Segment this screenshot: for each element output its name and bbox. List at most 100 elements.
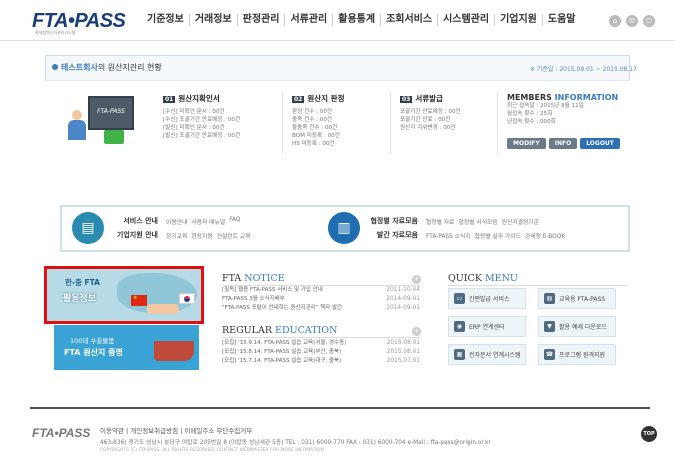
footer-links[interactable]: 이용약관 | 개인정보취급방침 | 이메일주소 무단수집거부 — [100, 425, 252, 435]
education-more-icon[interactable]: + — [412, 327, 421, 336]
footer-divider — [30, 407, 650, 409]
back-to-top-button[interactable]: TOP — [641, 426, 657, 442]
nav-item-support[interactable]: 기업지원 — [495, 14, 543, 26]
nav-item-trade-info[interactable]: 거래정보 — [190, 14, 238, 26]
status-period: ※ 기준일 : 2015.08.01 ~ 2015.08.17 — [530, 66, 637, 73]
section-number: 03 — [400, 96, 413, 103]
service-guide-label: 서비스 안내 — [123, 217, 158, 225]
header-divider — [0, 40, 675, 41]
service-link-faq[interactable]: FAQ — [229, 217, 240, 226]
bar-chart-icon: ▥ — [328, 212, 360, 244]
nav-item-system[interactable]: 시스템관리 — [438, 14, 496, 26]
quick-edoc-system[interactable]: ▦ 전자문서 연계시스템 — [448, 344, 526, 365]
notice-date: 2011-10-04 — [386, 287, 420, 293]
education-link[interactable]: [모집] '15.7.14. FTA-PASS 실습 교육(대구, 충북) — [222, 357, 341, 366]
quick-simple-issuance[interactable]: ▭ 간편발급 서비스 — [448, 288, 526, 309]
summary-line[interactable]: 포괄기간 만료예정 : 00건 — [400, 108, 461, 116]
nav-item-inquiry[interactable]: 조회서비스 — [381, 14, 439, 26]
logout-button[interactable]: LOGOUT — [580, 138, 620, 149]
status-title-suffix: 의 원산지관리 현황 — [97, 63, 162, 72]
education-list: [모집] '15.9.14. FTA-PASS 실습 교육(서울, 경수종) 2… — [222, 339, 420, 366]
footer-logo: FTA•PASS — [32, 426, 91, 440]
notice-list: [필독] 웹용 FTA-PASS 서비스 및 가입 안내 2011-10-04 … — [222, 286, 420, 313]
monitor-icon: FTA-PASS — [88, 96, 134, 130]
notice-link[interactable]: FTA-PASS 3월 소식지배부 — [222, 295, 285, 304]
handshake-icon — [147, 304, 179, 314]
info-button[interactable]: INFO — [548, 138, 578, 149]
agreement-links: 협정별 자료 협정별 서식모음 원산지결정기준 — [426, 217, 539, 226]
publication-label: 발간 자료모음 — [376, 231, 418, 239]
agreement-link-data[interactable]: 협정별 자료 — [426, 217, 455, 226]
nav-item-statistics[interactable]: 활용통계 — [333, 14, 382, 26]
quick-education-version[interactable]: ▤ 교육용 FTA-PASS — [538, 288, 616, 309]
publication-link-newsletter[interactable]: FTA-PASS 소식지 — [426, 231, 471, 240]
mail-icon[interactable]: ✉ — [626, 15, 638, 27]
summary-line[interactable]: [수신] 포괄기간 만료예정 : 00건 — [163, 116, 240, 124]
members-title: MEMBERS INFORMATION — [507, 93, 619, 102]
korea-china-fta-banner[interactable]: 한-중 FTA 활용정보 ★ — [44, 266, 204, 324]
notice-link[interactable]: [필독] 웹용 FTA-PASS 서비스 및 가입 안내 — [222, 286, 323, 295]
support-link-onsite[interactable]: 현장지원 — [191, 231, 212, 240]
banner-line-2: FTA 원산지 증명 — [64, 348, 123, 357]
summary-line[interactable]: [수신] 미확인 문서 : 00건 — [163, 108, 240, 116]
notice-link[interactable]: "FTA-PASS 포탈이 안내하는 원산지관리" 책자 발간 — [222, 304, 342, 313]
education-date: 2015.07.01 — [386, 358, 420, 364]
header-icons: ⌂ ✉ ⏻ — [609, 15, 655, 27]
nav-item-help[interactable]: 도움말 — [543, 14, 581, 26]
home-icon[interactable]: ⌂ — [609, 15, 621, 27]
quick-example-download[interactable]: ▼ 활용 예제 다운로드 — [538, 316, 616, 337]
section-number: 01 — [163, 96, 176, 103]
banner-line-2: 활용정보 — [63, 294, 97, 304]
status-title: 테스트회사의 원산지관리 현황 — [52, 62, 162, 73]
nav-item-basic-info[interactable]: 기준정보 — [142, 14, 190, 26]
notice-date: 2014-09-01 — [386, 305, 420, 311]
publication-link-guide[interactable]: 협정별 실무 가이드 — [475, 231, 521, 240]
nav-item-documents[interactable]: 서류관리 — [285, 14, 334, 26]
notice-more-icon[interactable]: + — [412, 275, 421, 284]
quick-remote-support[interactable]: ☎ 프로그램 원격지원 — [538, 344, 616, 365]
service-link-usage[interactable]: 이용안내 — [166, 217, 187, 226]
list-item: [모집] '15.9.14. FTA-PASS 실습 교육(서울, 경수종) 2… — [222, 339, 420, 348]
summary-line[interactable]: 불충족 건수 : 00건 — [292, 124, 344, 132]
education-link[interactable]: [모집] '15.9.14. FTA-PASS 실습 교육(서울, 경수종) — [222, 339, 346, 348]
summary-line[interactable]: 원산지 지위변경 : 00건 — [400, 124, 461, 132]
quick-erp-center[interactable]: ◉ ERP 연계센터 — [448, 316, 526, 337]
summary-line[interactable]: 포괄기간 만료 : 00건 — [400, 116, 461, 124]
export-goods-banner[interactable]: 100대 수출물품 FTA 원산지 증명 — [54, 325, 199, 370]
summary-line[interactable]: 충족 건수 : 00건 — [292, 116, 344, 124]
china-flag-icon: ★ — [131, 295, 147, 306]
summary-line[interactable]: [발신] 포괄기간 만료예정 : 00건 — [163, 132, 240, 140]
summary-line[interactable]: 판정 건수 : 00건 — [292, 108, 344, 116]
printer-icon: ▭ — [454, 293, 465, 304]
section-title: 서류발급 — [415, 94, 443, 103]
notice-date: 2014-09-01 — [386, 296, 420, 302]
summary-line[interactable]: BOM 미등록 : 00건 — [292, 132, 344, 140]
footer-address: 463-836) 경기도 성남시 분당구 야탑로 205번길 8 (야탑동 성남… — [100, 440, 491, 446]
cargo-ship-icon — [154, 341, 194, 361]
agreement-data-label: 협정별 자료모음 — [370, 217, 418, 225]
card-icon — [104, 130, 124, 144]
summary-line[interactable]: HS 미등록 : 00건 — [292, 140, 344, 148]
agreement-link-criteria[interactable]: 원산지결정기준 — [502, 217, 539, 226]
notice-title: FTA NOTICE — [222, 273, 285, 284]
support-guide-label: 기업지원 안내 — [116, 231, 158, 239]
support-link-consultant[interactable]: 컨설턴트 교육 — [217, 231, 251, 240]
nav-item-judgment[interactable]: 판정관리 — [238, 14, 286, 26]
support-link-regular[interactable]: 정기교육 — [166, 231, 187, 240]
book-icon: ▤ — [544, 293, 555, 304]
power-icon[interactable]: ⏻ — [643, 15, 655, 27]
agreement-link-forms[interactable]: 협정별 서식모음 — [459, 217, 498, 226]
publication-links: FTA-PASS 소식지 협정별 실무 가이드 관세청 E-BOOK — [426, 231, 565, 240]
book-icon: ▤ — [72, 212, 104, 244]
person-icon — [68, 110, 86, 140]
education-date: 2015.08.01 — [386, 349, 420, 355]
summary-line[interactable]: [발신] 미확인 문서 : 00건 — [163, 124, 240, 132]
chart-icon: ▦ — [454, 349, 465, 360]
service-link-manual[interactable]: 사용자 매뉴얼 — [191, 217, 225, 226]
judgment-summary: 02 원산지 판정 판정 건수 : 00건 충족 건수 : 00건 불충족 건수 … — [292, 93, 344, 148]
education-link[interactable]: [모집] '15.8.14. FTA-PASS 실습 교육(부산, 충북) — [222, 348, 341, 357]
section-number: 02 — [292, 96, 305, 103]
publication-link-ebook[interactable]: 관세청 E-BOOK — [525, 231, 565, 240]
modify-button[interactable]: MODIFY — [507, 138, 546, 149]
education-divider — [222, 337, 420, 338]
